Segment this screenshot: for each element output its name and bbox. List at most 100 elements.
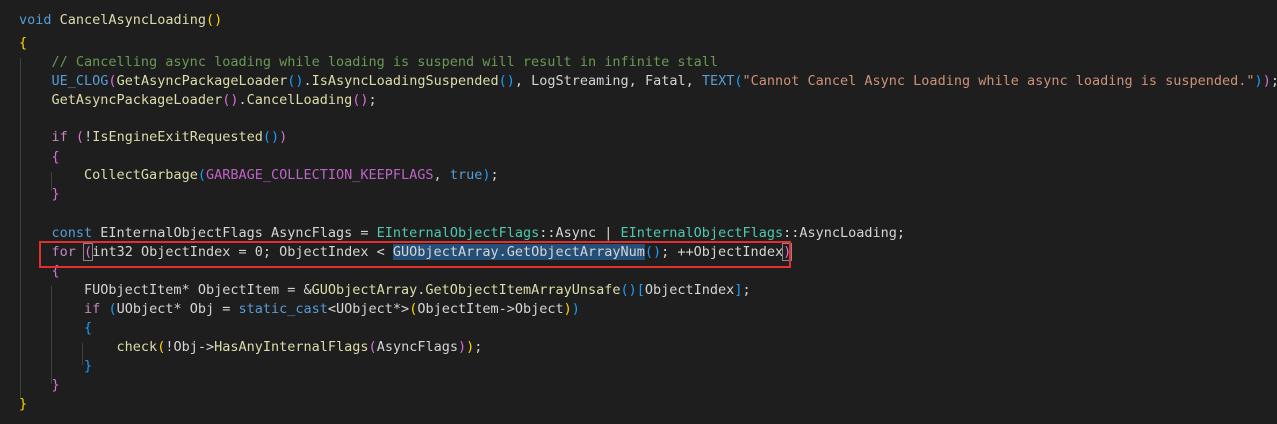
code-line[interactable]: if (UObject* Obj = static_cast<UObject*>…: [19, 300, 580, 319]
code-token: TEXT: [701, 73, 735, 89]
code-token: ): [1262, 73, 1271, 89]
code-token: ,: [628, 73, 645, 89]
code-token: "Cannot Cancel Async Loading while async…: [742, 73, 1255, 89]
code-token: ): [563, 301, 572, 317]
code-line[interactable]: {: [19, 319, 92, 338]
code-token: ;: [1271, 73, 1277, 89]
code-token: (): [352, 92, 369, 108]
code-token: (): [620, 282, 637, 298]
code-token: GUObjectArray: [311, 282, 418, 298]
code-token: AsyncLoading: [799, 225, 897, 241]
code-token: ;: [896, 225, 906, 241]
code-token: |: [596, 225, 621, 241]
code-token: !: [84, 129, 93, 145]
code-token: ObjectIndex: [644, 282, 735, 298]
code-line[interactable]: {: [19, 34, 27, 53]
code-token: ,: [514, 73, 532, 89]
code-token: }: [51, 377, 60, 393]
code-line[interactable]: }: [19, 395, 27, 414]
code-token: <UObject*>: [327, 301, 410, 317]
code-token: ): [571, 301, 580, 317]
code-line[interactable]: if (!IsEngineExitRequested()): [19, 128, 288, 147]
code-token: =: [352, 225, 377, 241]
code-line[interactable]: }: [19, 357, 92, 376]
code-token: LogStreaming: [531, 73, 629, 89]
code-token: (: [368, 339, 377, 355]
code-token: (: [108, 301, 117, 317]
code-token: Fatal: [644, 73, 686, 89]
code-token: (: [197, 167, 206, 183]
code-token: void: [19, 12, 52, 28]
code-token: if: [51, 129, 68, 145]
code-line[interactable]: // Cancelling async loading while loadin…: [19, 53, 718, 72]
code-token: {: [84, 320, 93, 336]
code-line[interactable]: }: [19, 185, 60, 204]
code-token: static_cast: [238, 301, 328, 317]
code-token: IsAsyncLoadingSuspended: [311, 73, 499, 89]
code-token: // Cancelling async loading while loadin…: [51, 54, 718, 70]
code-token: .: [238, 92, 247, 108]
code-line[interactable]: UE_CLOG(GetAsyncPackageLoader().IsAsyncL…: [19, 72, 1277, 91]
code-line[interactable]: {: [19, 148, 60, 167]
code-token: if: [84, 301, 101, 317]
code-token: AsyncFlags: [376, 339, 458, 355]
code-token: ObjectItem->Object: [417, 301, 564, 317]
code-token: CancelLoading: [246, 92, 353, 108]
code-token: {: [19, 35, 28, 51]
code-line[interactable]: void CancelAsyncLoading(): [19, 11, 222, 30]
code-token: ;: [474, 339, 483, 355]
code-token: .: [303, 73, 312, 89]
code-token: HasAnyInternalFlags: [214, 339, 369, 355]
code-token: (): [222, 92, 239, 108]
code-token: true: [449, 167, 483, 183]
code-token: FUObjectItem* ObjectItem = &: [84, 282, 312, 298]
code-token: ;: [368, 92, 377, 108]
code-line[interactable]: GetAsyncPackageLoader().CancelLoading();: [19, 91, 377, 110]
code-token: ;: [742, 282, 751, 298]
code-token: ;: [490, 167, 499, 183]
code-token: [: [636, 282, 645, 298]
code-token: !Obj->: [165, 339, 215, 355]
code-token: (): [498, 73, 515, 89]
code-token: (): [205, 12, 223, 28]
code-editor[interactable]: void CancelAsyncLoading(){ // Cancelling…: [0, 0, 1277, 424]
code-line[interactable]: check(!Obj->HasAnyInternalFlags(AsyncFla…: [19, 338, 483, 357]
code-line[interactable]: FUObjectItem* ObjectItem = &GUObjectArra…: [19, 281, 751, 300]
code-token: AsyncFlags: [271, 225, 353, 241]
code-token: EInternalObjectFlags: [100, 225, 263, 241]
code-token: GARBAGE_COLLECTION_KEEPFLAGS: [205, 167, 434, 183]
code-token: ::: [783, 225, 800, 241]
code-token: CancelAsyncLoading: [59, 12, 206, 28]
code-line[interactable]: }: [19, 376, 60, 395]
code-line[interactable]: CollectGarbage(GARBAGE_COLLECTION_KEEPFL…: [19, 166, 499, 185]
code-token: (: [108, 73, 117, 89]
code-token: (): [287, 73, 304, 89]
code-token: IsEngineExitRequested: [92, 129, 263, 145]
code-token: EInternalObjectFlags: [620, 225, 784, 241]
code-token: (: [75, 129, 85, 145]
code-token: }: [51, 186, 60, 202]
annotation-highlight-box: [39, 241, 791, 268]
code-token: GetObjectItemArrayUnsafe: [425, 282, 621, 298]
code-token: check: [116, 339, 158, 355]
code-token: UObject* Obj =: [116, 301, 239, 317]
code-token: GetAsyncPackageLoader: [51, 92, 223, 108]
code-token: Async: [555, 225, 597, 241]
code-token: {: [51, 149, 60, 165]
code-token: ::: [539, 225, 556, 241]
